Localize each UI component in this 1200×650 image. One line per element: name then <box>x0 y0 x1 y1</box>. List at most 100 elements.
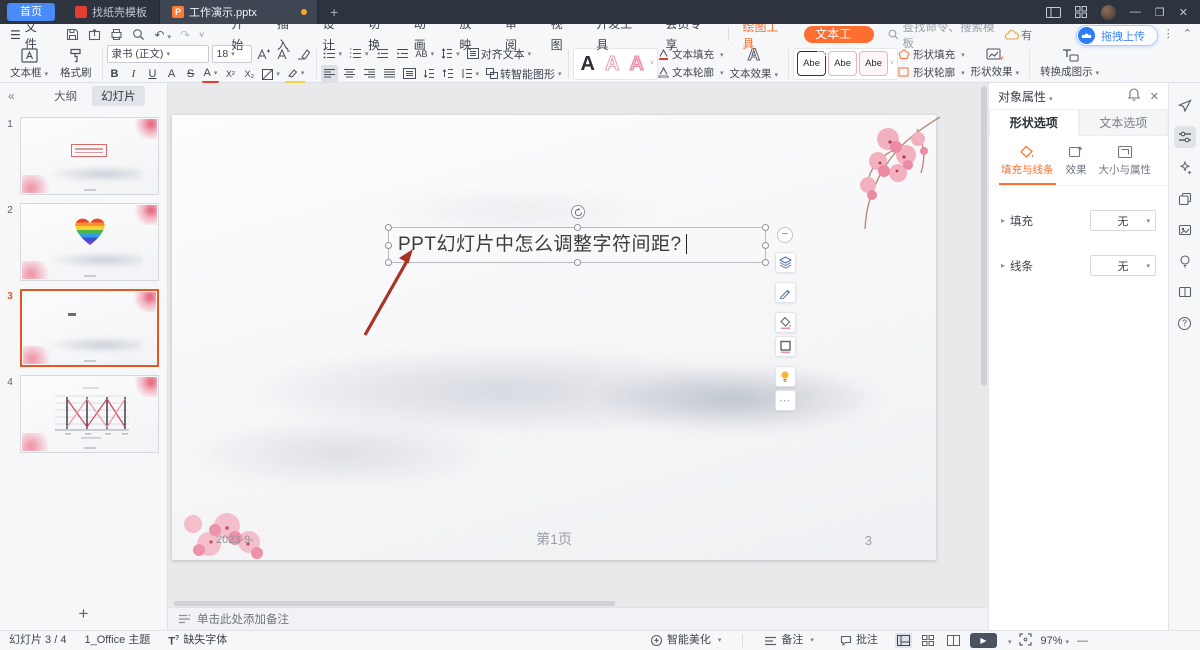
bold-button[interactable]: B <box>107 66 123 83</box>
resize-handle-mid-right[interactable] <box>762 242 769 249</box>
quick-access-more-icon[interactable]: ˅ <box>199 30 204 40</box>
collapse-ribbon-icon[interactable]: ⌃ <box>1183 27 1192 40</box>
image-edit-icon[interactable] <box>1174 219 1196 241</box>
align-center-button[interactable] <box>341 65 358 82</box>
reading-view-button[interactable] <box>945 633 962 648</box>
italic-button[interactable]: I <box>126 66 142 83</box>
slideshow-play-button[interactable]: ▶ <box>970 633 997 648</box>
tab-shape-options[interactable]: 形状选项 <box>989 109 1079 136</box>
close-panel-icon[interactable]: ✕ <box>1150 90 1159 103</box>
undo-icon[interactable]: ↶ <box>154 28 171 42</box>
add-slide-button[interactable]: + <box>0 604 167 624</box>
properties-dock-icon-active[interactable] <box>1174 126 1196 148</box>
align-right-button[interactable] <box>361 65 378 82</box>
resize-handle-top-center[interactable] <box>574 224 581 231</box>
collapse-toolbar-button[interactable]: − <box>777 227 793 243</box>
tab-template-store[interactable]: 找纸壳模板 <box>63 0 160 24</box>
align-left-button[interactable] <box>321 65 338 82</box>
subtab-fill-and-line[interactable]: 填充与线条 <box>999 145 1056 185</box>
tab-slides[interactable]: 幻灯片 <box>92 86 145 106</box>
fit-slide-icon[interactable] <box>1019 633 1032 649</box>
help-icon[interactable]: ? <box>1174 312 1196 334</box>
layers-button[interactable] <box>775 252 796 273</box>
slide-3-canvas[interactable]: PPT幻灯片中怎么调整字符间距? − <box>172 115 936 560</box>
redo-icon[interactable]: ↷ <box>180 28 190 42</box>
title-text[interactable]: PPT幻灯片中怎么调整字符间距? <box>389 228 765 262</box>
vertical-scrollbar[interactable] <box>981 86 987 586</box>
print-icon[interactable] <box>110 28 123 41</box>
justify-button[interactable] <box>381 65 398 82</box>
theme-name[interactable]: 1_Office 主题 <box>75 631 159 650</box>
new-tab-button[interactable]: + <box>318 4 350 20</box>
shape-fill-quick-button[interactable] <box>775 312 796 333</box>
shape-style-preset-2[interactable]: Abe <box>828 51 857 76</box>
slide-thumbnail-3-selected[interactable] <box>20 289 159 367</box>
horizontal-scrollbar[interactable] <box>174 601 976 606</box>
text-shading-button[interactable] <box>260 66 282 83</box>
text-outline-button[interactable]: 文本轮廓 <box>658 65 724 80</box>
minimize-button[interactable]: — <box>1130 6 1141 18</box>
tab-text-options[interactable]: 文本选项 <box>1079 109 1169 136</box>
print-preview-icon[interactable] <box>132 28 145 41</box>
shape-outline-button[interactable]: 形状轮廓 <box>898 65 965 80</box>
expand-line-icon[interactable]: ▸ <box>1001 261 1005 270</box>
shape-style-more-icon[interactable]: ˅ <box>890 60 894 67</box>
distribute-button[interactable] <box>401 65 418 82</box>
convert-to-diagram-button[interactable]: 转换成图示 <box>1034 46 1105 82</box>
char-spacing-button[interactable]: A <box>164 66 180 83</box>
notes-bar[interactable]: 单击此处添加备注 <box>168 607 988 630</box>
slide-thumbnail-2[interactable] <box>20 203 159 281</box>
recommend-ideas-button[interactable] <box>775 366 796 387</box>
comments-button[interactable]: 批注 <box>831 631 887 650</box>
highlight-button[interactable] <box>285 66 307 83</box>
expand-fill-icon[interactable]: ▸ <box>1001 216 1005 225</box>
drag-upload-button[interactable]: 拖拽上传 <box>1076 25 1158 46</box>
edit-pen-button[interactable] <box>775 282 796 303</box>
title-textbox[interactable]: PPT幻灯片中怎么调整字符间距? <box>388 227 766 263</box>
save-icon[interactable] <box>66 28 79 41</box>
idea-lightbulb-icon[interactable] <box>1174 250 1196 272</box>
shape-effects-button[interactable]: 形状效果 <box>965 46 1026 82</box>
beautify-wand-icon[interactable] <box>1174 157 1196 179</box>
user-avatar[interactable] <box>1101 5 1116 20</box>
line-spacing-decrease-icon[interactable] <box>440 65 456 82</box>
tab-outline[interactable]: 大纲 <box>45 86 86 106</box>
reading-layout-icon[interactable] <box>1174 281 1196 303</box>
export-icon[interactable] <box>88 28 101 41</box>
font-name-select[interactable]: 隶书 (正文) <box>107 45 209 63</box>
pin-bell-icon[interactable] <box>1128 88 1140 104</box>
underline-button[interactable]: U <box>145 66 161 83</box>
menu-item-text-tools-active[interactable]: 文本工具 <box>804 26 874 43</box>
smart-graphic-button[interactable]: 转智能图形 <box>484 65 564 82</box>
slide-thumbnail-4[interactable] <box>20 375 159 453</box>
smart-beautify-button[interactable]: 智能美化 <box>641 631 731 650</box>
missing-font-warning[interactable]: T? 缺失字体 <box>159 629 236 650</box>
wordart-gallery-more-icon[interactable]: ˅ <box>650 60 654 67</box>
workspace-layout-icon[interactable] <box>1046 7 1061 18</box>
resize-handle-top-right[interactable] <box>762 224 769 231</box>
format-painter-button[interactable]: 格式刷 <box>54 46 98 82</box>
shape-style-preset-3[interactable]: Abe <box>859 51 888 76</box>
subtab-effects[interactable]: 效果 <box>1064 145 1089 185</box>
more-vertical-icon[interactable]: ⋮ <box>1163 27 1174 40</box>
fill-type-select[interactable]: 无 <box>1090 210 1156 231</box>
slide-thumbnail-1[interactable] <box>20 117 159 195</box>
shape-outline-quick-button[interactable] <box>775 336 796 357</box>
tab-presentation-document[interactable]: P 工作演示.pptx <box>160 0 318 24</box>
layout-copy-icon[interactable] <box>1174 188 1196 210</box>
zoom-level[interactable]: 97% <box>1040 635 1069 647</box>
normal-view-button[interactable] <box>895 633 912 648</box>
quick-access-icon[interactable] <box>1174 95 1196 117</box>
slide-sorter-view-button[interactable] <box>920 633 937 648</box>
line-spacing-increase-icon[interactable] <box>421 65 437 82</box>
zoom-out-button[interactable]: — <box>1077 635 1088 647</box>
restore-button[interactable]: ❐ <box>1155 6 1165 19</box>
paragraph-spacing-icon[interactable] <box>459 65 482 82</box>
superscript-button[interactable]: X² <box>222 66 238 83</box>
strikethrough-button[interactable]: S <box>183 66 199 83</box>
home-tab-button[interactable]: 首页 <box>7 3 55 21</box>
play-options-icon[interactable] <box>1005 635 1012 647</box>
close-button[interactable]: ✕ <box>1179 6 1188 19</box>
font-color-button[interactable]: A <box>202 66 220 83</box>
resize-handle-bottom-right[interactable] <box>762 259 769 266</box>
